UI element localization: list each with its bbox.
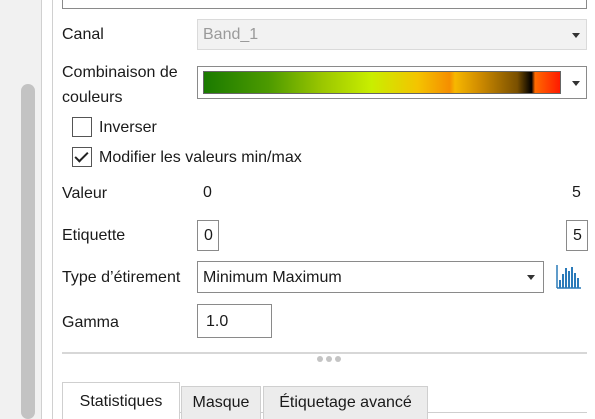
modifier-minmax-label: Modifier les valeurs min/max [99,149,302,166]
chevron-down-icon [572,81,580,86]
chevron-down-icon [527,275,535,280]
etiquette-min-field[interactable]: 0 [197,220,219,251]
canal-label: Canal [62,26,104,43]
partial-field-above [62,0,587,9]
checkmark-icon [74,148,89,163]
pane-divider[interactable] [41,0,53,419]
chevron-down-icon [572,33,580,38]
inverser-checkbox[interactable] [72,117,92,137]
stretch-type-label: Type d’étirement [62,269,181,286]
histogram-icon [556,265,581,289]
valeur-label: Valeur [62,185,108,202]
section-separator [62,352,587,354]
color-ramp-label-line1: Combinaison de [62,64,178,81]
etiquette-max-field[interactable]: 5 [566,220,588,251]
canal-dropdown[interactable]: Band_1 [197,19,587,50]
histogram-button[interactable] [556,262,582,290]
gamma-field[interactable]: 1.0 [197,304,272,338]
canal-value: Band_1 [203,26,259,43]
stretch-type-dropdown[interactable]: Minimum Maximum [197,261,544,293]
modifier-minmax-checkbox[interactable] [72,147,92,167]
splitter-grip-icon[interactable] [316,355,344,363]
tab-statistiques[interactable]: Statistiques [62,382,180,419]
etiquette-label: Etiquette [62,227,126,244]
valeur-min-field[interactable]: 0 [197,180,219,208]
color-ramp-label-line2: couleurs [62,89,123,106]
tab-masque[interactable]: Masque [181,386,261,419]
color-ramp-dropdown[interactable] [197,66,587,99]
scrollbar-thumb[interactable] [21,84,35,419]
tab-etiquetage-avance[interactable]: Étiquetage avancé [263,386,428,419]
color-ramp-preview [203,71,561,94]
gamma-label: Gamma [62,314,119,331]
valeur-max-field[interactable]: 5 [566,180,588,208]
gamma-value: 1.0 [206,313,229,330]
left-pane [0,0,41,419]
inverser-label: Inverser [99,119,157,136]
stretch-type-value: Minimum Maximum [203,269,342,286]
